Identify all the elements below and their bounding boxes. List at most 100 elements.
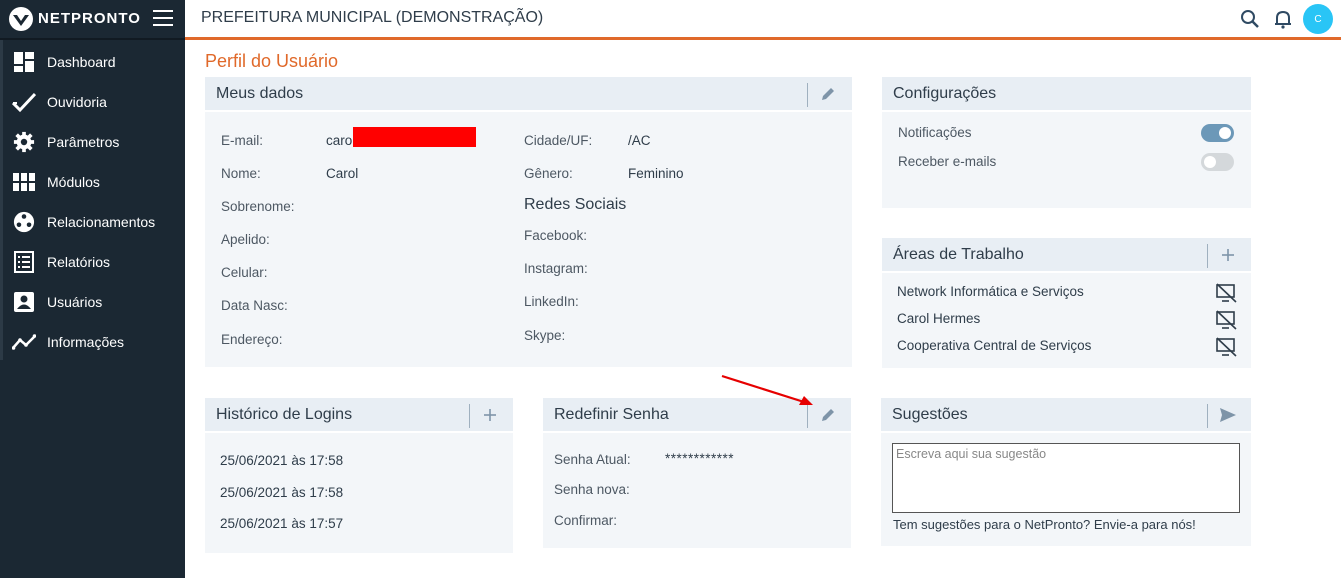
email-label: E-mail:: [221, 133, 264, 148]
sidebar-item-relatorios[interactable]: Relatórios: [0, 242, 185, 282]
endereco-label: Endereço:: [221, 332, 283, 347]
sidebar-item-label: Parâmetros: [47, 134, 120, 150]
gear-icon: [13, 131, 35, 153]
notificacoes-toggle[interactable]: [1201, 124, 1234, 142]
senha-atual-value: ************: [665, 451, 735, 466]
redefinir-senha-panel: Redefinir Senha Senha Atual: ***********…: [543, 398, 851, 548]
grid-icon: [13, 173, 35, 191]
receber-emails-toggle[interactable]: [1201, 153, 1234, 171]
panel-header: Configurações: [882, 77, 1251, 112]
header-accent-line: [185, 37, 1341, 40]
screen-off-icon[interactable]: [1215, 310, 1237, 330]
sidebar-item-relacionamentos[interactable]: Relacionamentos: [0, 202, 185, 242]
panel-title: Meus dados: [216, 85, 304, 102]
edit-pencil-icon[interactable]: [819, 406, 837, 424]
login-entry: 25/06/2021 às 17:57: [220, 516, 344, 531]
sidebar-item-informacoes[interactable]: Informações: [0, 322, 185, 362]
redes-sociais-heading: Redes Sociais: [524, 196, 627, 213]
panel-header: Histórico de Logins: [205, 398, 513, 433]
cidade-uf-value: /AC: [628, 133, 651, 148]
configuracoes-panel: Configurações Notificações Receber e-mai…: [882, 77, 1251, 208]
sobrenome-label: Sobrenome:: [221, 199, 295, 214]
login-entry: 25/06/2021 às 17:58: [220, 453, 344, 468]
header-divider: [807, 83, 808, 107]
sidebar-item-label: Informações: [47, 334, 125, 350]
data-nasc-label: Data Nasc:: [221, 298, 288, 313]
sidebar-item-label: Módulos: [47, 174, 100, 190]
sidebar-item-label: Usuários: [47, 294, 103, 310]
skype-label: Skype:: [524, 328, 566, 343]
login-entry: 25/06/2021 às 17:58: [220, 485, 344, 500]
search-icon[interactable]: [1240, 9, 1260, 29]
panel-title: Histórico de Logins: [216, 406, 353, 423]
genero-value: Feminino: [628, 166, 684, 181]
page-title: Perfil do Usuário: [205, 51, 339, 71]
nome-label: Nome:: [221, 166, 261, 181]
brand-divider: [0, 38, 185, 40]
cidade-uf-label: Cidade/UF:: [524, 133, 593, 148]
hamburger-menu-icon[interactable]: [153, 10, 173, 26]
add-plus-icon[interactable]: [1219, 246, 1237, 264]
sugestoes-panel: Sugestões Tem sugestões para o NetPronto…: [881, 398, 1251, 546]
check-icon: [12, 92, 36, 113]
edit-pencil-icon[interactable]: [819, 85, 837, 103]
sidebar-item-label: Ouvidoria: [47, 94, 107, 110]
sidebar-item-parametros[interactable]: Parâmetros: [0, 122, 185, 162]
sidebar-item-label: Dashboard: [47, 54, 116, 70]
sidebar-item-modulos[interactable]: Módulos: [0, 162, 185, 202]
sidebar-item-usuarios[interactable]: Usuários: [0, 282, 185, 322]
genero-label: Gênero:: [524, 166, 573, 181]
facebook-label: Facebook:: [524, 228, 588, 243]
historico-logins-panel: Histórico de Logins 25/06/2021 às 17:58 …: [205, 398, 513, 553]
meus-dados-panel: Meus dados E-mail: caro Nome: Carol Sobr…: [205, 77, 852, 367]
panel-header: Áreas de Trabalho: [882, 238, 1251, 273]
email-value: caro: [326, 133, 353, 148]
netpronto-logo-icon: [9, 7, 33, 31]
screen-off-icon[interactable]: [1215, 283, 1237, 303]
sidebar-item-label: Relatórios: [47, 254, 111, 270]
receber-emails-label: Receber e-mails: [898, 154, 997, 169]
panel-title: Áreas de Trabalho: [893, 246, 1024, 263]
network-icon: [13, 211, 35, 233]
user-icon: [14, 292, 34, 312]
senha-atual-label: Senha Atual:: [554, 452, 631, 467]
top-bar: PREFEITURA MUNICIPAL (DEMONSTRAÇÃO): [185, 0, 1341, 38]
brand-bar: NETPRONTO: [0, 0, 185, 38]
areas-trabalho-panel: Áreas de Trabalho Network Informática e …: [882, 238, 1251, 368]
sidebar: NETPRONTO Dashboard Ouvidoria Parâmetros…: [0, 0, 185, 578]
add-plus-icon[interactable]: [481, 406, 499, 424]
panel-title: Sugestões: [892, 406, 968, 423]
annotation-arrow-icon: [721, 374, 813, 405]
header-divider: [469, 404, 470, 428]
celular-label: Celular:: [221, 265, 268, 280]
sidebar-item-ouvidoria[interactable]: Ouvidoria: [0, 82, 185, 122]
redaction-box: [353, 127, 476, 147]
screen-off-icon[interactable]: [1215, 337, 1237, 357]
notificacoes-label: Notificações: [898, 125, 972, 140]
bell-icon[interactable]: [1273, 9, 1293, 29]
area-item[interactable]: Carol Hermes: [897, 311, 980, 326]
confirmar-label: Confirmar:: [554, 513, 618, 528]
sugestoes-footer: Tem sugestões para o NetPronto? Envie-a …: [893, 517, 1196, 532]
brand-name: NETPRONTO: [38, 10, 141, 27]
list-icon: [14, 251, 34, 273]
senha-nova-label: Senha nova:: [554, 482, 630, 497]
panel-title: Redefinir Senha: [554, 406, 669, 423]
send-icon[interactable]: [1219, 406, 1237, 424]
area-item[interactable]: Cooperativa Central de Serviços: [897, 338, 1091, 353]
panel-title: Configurações: [893, 85, 997, 102]
dashboard-icon: [14, 52, 34, 72]
org-title: PREFEITURA MUNICIPAL (DEMONSTRAÇÃO): [201, 9, 544, 26]
sidebar-item-label: Relacionamentos: [47, 214, 156, 230]
area-item[interactable]: Network Informática e Serviços: [897, 284, 1084, 299]
apelido-label: Apelido:: [221, 232, 270, 247]
nome-value: Carol: [326, 166, 359, 181]
avatar[interactable]: C: [1303, 4, 1333, 34]
sugestao-input[interactable]: [892, 443, 1240, 513]
header-divider: [1207, 244, 1208, 268]
instagram-label: Instagram:: [524, 261, 588, 276]
header-divider: [1207, 404, 1208, 428]
sidebar-item-dashboard[interactable]: Dashboard: [0, 42, 185, 82]
panel-header: Meus dados: [205, 77, 852, 112]
linkedin-label: LinkedIn:: [524, 294, 579, 309]
